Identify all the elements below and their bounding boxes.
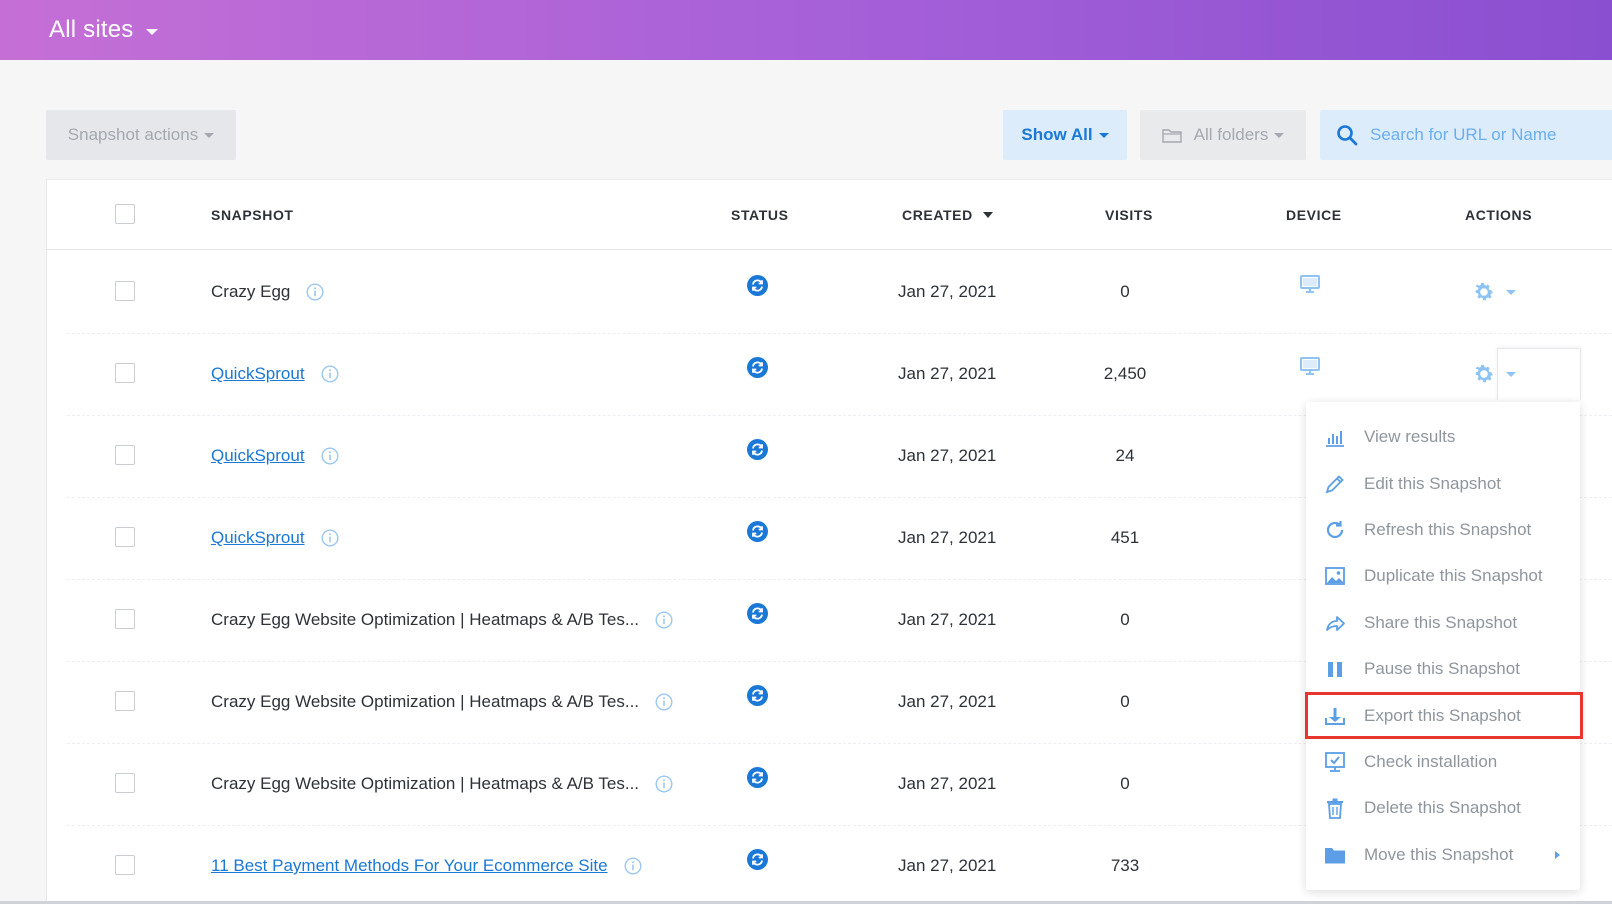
menu-item-duplicate-this-snapshot[interactable]: Duplicate this Snapshot (1306, 553, 1580, 599)
actions-gear-button[interactable] (1472, 250, 1516, 334)
menu-item-label: Export this Snapshot (1364, 705, 1521, 725)
column-header-device[interactable]: DEVICE (1286, 180, 1342, 250)
top-bar: All sites (0, 0, 1612, 60)
menu-item-refresh-this-snapshot[interactable]: Refresh this Snapshot (1306, 507, 1580, 553)
snapshot-actions-menu: View results Edit this Snapshot Refresh … (1305, 402, 1583, 890)
chevron-down-icon (1274, 132, 1285, 138)
menu-item-move-this-snapshot[interactable]: Move this Snapshot (1306, 832, 1580, 878)
select-all-checkbox[interactable] (115, 204, 135, 224)
column-header-visits[interactable]: VISITS (1105, 180, 1153, 250)
pencil-icon (1324, 473, 1346, 495)
menu-item-pause-this-snapshot[interactable]: Pause this Snapshot (1306, 646, 1580, 692)
menu-item-view-results[interactable]: View results (1306, 414, 1580, 460)
gear-icon (1472, 362, 1516, 386)
folder-outline-icon (1161, 128, 1182, 143)
column-header-created-label: CREATED (902, 207, 973, 223)
column-header-actions: ACTIONS (1465, 207, 1533, 223)
snapshot-actions-label: Snapshot actions (67, 125, 199, 144)
desktop-icon (1299, 274, 1321, 299)
share-arrow-icon (1324, 612, 1346, 634)
menu-item-label: View results (1364, 427, 1456, 447)
menu-item-delete-this-snapshot[interactable]: Delete this Snapshot (1306, 785, 1580, 831)
pause-icon (1324, 658, 1346, 680)
table-header: SNAPSHOT STATUS CREATED VISITS DEVICE AC… (47, 180, 1612, 250)
menu-item-export-this-snapshot[interactable]: Export this Snapshot (1305, 692, 1583, 739)
menu-item-edit-this-snapshot[interactable]: Edit this Snapshot (1306, 460, 1580, 506)
menu-item-label: Edit this Snapshot (1364, 473, 1502, 493)
sort-descending-icon (982, 212, 993, 218)
menu-item-label: Duplicate this Snapshot (1364, 566, 1543, 586)
toolbar: Snapshot actions Show All All folders (0, 110, 1612, 160)
chevron-down-icon (204, 132, 215, 138)
all-folders-label: All folders (1193, 125, 1269, 144)
menu-item-label: Refresh this Snapshot (1364, 519, 1532, 539)
search-box (1320, 110, 1612, 160)
bar-chart-icon (1324, 426, 1346, 448)
menu-item-label: Share this Snapshot (1364, 612, 1518, 632)
snapshot-actions-button[interactable]: Snapshot actions (46, 110, 236, 160)
refresh-icon (1324, 519, 1346, 541)
show-all-label: Show All (1021, 125, 1093, 144)
export-icon (1324, 705, 1346, 727)
monitor-check-icon (1324, 751, 1346, 773)
search-icon (1337, 125, 1358, 146)
desktop-icon (1299, 356, 1321, 381)
device-cell (1299, 244, 1321, 328)
column-header-status[interactable]: STATUS (731, 180, 789, 250)
trash-icon (1324, 797, 1346, 820)
chevron-down-icon (1506, 371, 1516, 377)
image-duplicate-icon (1324, 565, 1346, 587)
chevron-down-icon (1506, 289, 1516, 295)
chevron-right-icon (1555, 850, 1560, 859)
chevron-down-icon[interactable] (145, 28, 158, 35)
menu-item-share-this-snapshot[interactable]: Share this Snapshot (1306, 600, 1580, 646)
menu-item-check-installation[interactable]: Check installation (1306, 739, 1580, 785)
column-header-created[interactable]: CREATED (902, 180, 993, 250)
visits-count: 0 (1120, 282, 1130, 301)
device-cell (1299, 326, 1321, 410)
site-selector-title[interactable]: All sites (49, 16, 134, 44)
menu-item-label: Delete this Snapshot (1364, 798, 1521, 818)
menu-item-label: Check installation (1364, 751, 1498, 771)
menu-item-label: Pause this Snapshot (1364, 659, 1520, 679)
chevron-down-icon (1098, 132, 1109, 138)
folder-icon (1324, 844, 1346, 866)
gear-icon (1472, 280, 1516, 304)
menu-item-label: Move this Snapshot (1364, 844, 1514, 864)
all-folders-button[interactable]: All folders (1140, 110, 1306, 160)
search-input[interactable] (1370, 125, 1600, 145)
show-all-filter-button[interactable]: Show All (1003, 110, 1127, 160)
column-header-snapshot[interactable]: SNAPSHOT (211, 180, 294, 250)
table-row: Crazy Egg Jan 27, 2021 0 (47, 250, 1612, 334)
